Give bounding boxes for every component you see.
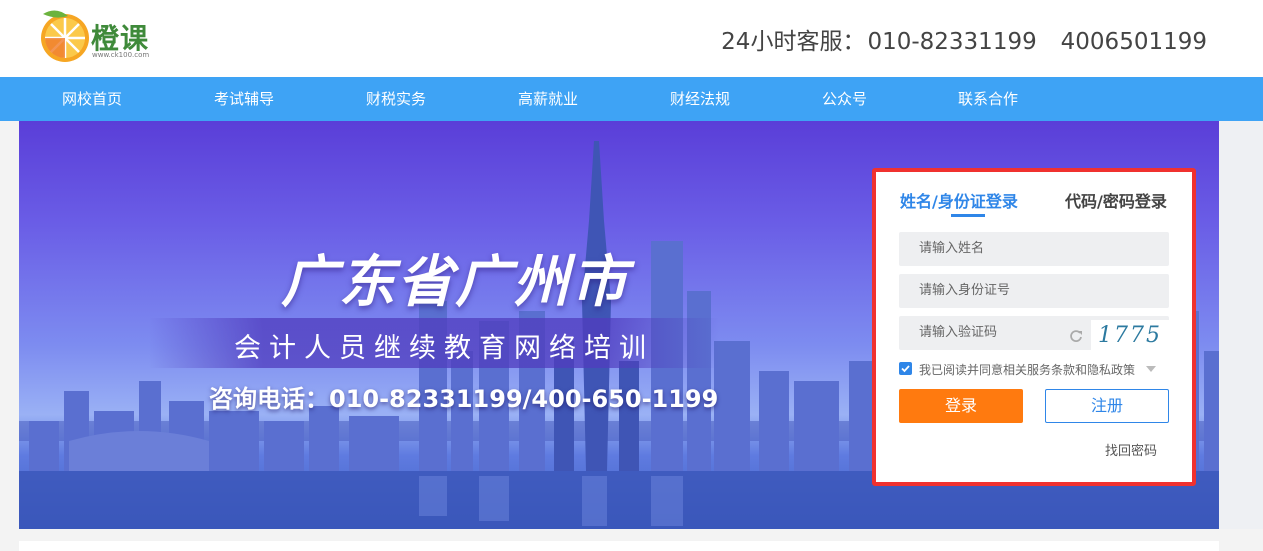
hotline-number-1: 010-82331199 [867,29,1037,55]
agree-text[interactable]: 我已阅读并同意相关服务条款和隐私政策 [919,361,1135,378]
refresh-icon[interactable] [1069,329,1083,343]
nav-item-law[interactable]: 财经法规 [670,77,730,121]
id-number-input[interactable]: 请输入身份证号 [899,274,1169,308]
login-button[interactable]: 登录 [899,389,1023,423]
nav-item-tax[interactable]: 财税实务 [366,77,426,121]
tab-code-password-login[interactable]: 代码/密码登录 [1065,188,1167,212]
banner-title: 广东省广州市 [281,250,629,315]
active-tab-indicator [951,214,985,217]
page-margin [1219,121,1263,529]
banner-subtitle: 会计人员继续教育网络培训 [234,333,654,364]
hotline: 24小时客服：010-82331199 4006501199 [719,22,1207,56]
hotline-number-2: 4006501199 [1060,29,1207,55]
name-input[interactable]: 请输入姓名 [899,232,1169,266]
tab-name-id-login[interactable]: 姓名/身份证登录 [900,188,1018,212]
forgot-password-link[interactable]: 找回密码 [1105,440,1157,459]
captcha-image[interactable]: 1775 [1091,320,1169,352]
register-button[interactable]: 注册 [1045,389,1169,423]
nav-item-home[interactable]: 网校首页 [62,77,122,121]
content-card-top [19,541,1219,551]
banner-phone: 咨询电话：010-82331199/400-650-1199 [209,385,719,413]
checkmark-icon [901,365,910,373]
hotline-label: 24小时客服： [721,29,866,55]
nav-item-contact[interactable]: 联系合作 [958,77,1018,121]
agree-checkbox[interactable] [899,362,912,375]
nav-item-wechat[interactable]: 公众号 [822,77,867,121]
nav-item-exam[interactable]: 考试辅导 [214,77,274,121]
logo-url: www.ck100.com [92,51,150,59]
login-panel: 姓名/身份证登录 代码/密码登录 请输入姓名 请输入身份证号 请输入验证码 17… [872,168,1196,486]
nav-item-jobs[interactable]: 高薪就业 [518,77,578,121]
site-header: 橙课 www.ck100.com 24小时客服：010-82331199 400… [0,0,1263,77]
main-nav: 网校首页 考试辅导 财税实务 高薪就业 财经法规 公众号 联系合作 [0,77,1263,121]
chevron-down-icon[interactable] [1146,366,1156,372]
